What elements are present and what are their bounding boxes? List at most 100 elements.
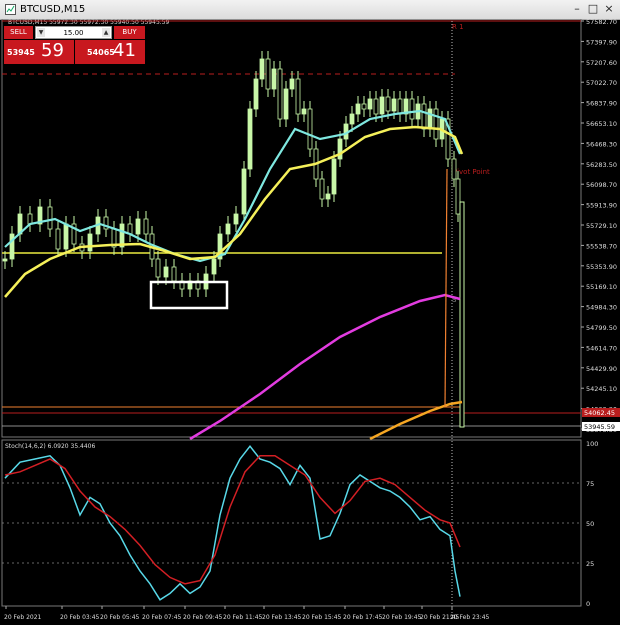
buy-button[interactable]: BUY [114,26,145,39]
candle-body [2,258,8,262]
price-axis-label: 56653.10 [586,120,617,128]
price-axis-label: 56098.70 [586,181,617,189]
buy-price-box[interactable]: 54065 41 [75,40,145,64]
price-axis-label: 55169.10 [586,283,617,291]
bid-price-label: 53945.59 [584,423,615,431]
candle-body [307,108,313,150]
sell-price-pips: 59 [41,40,64,61]
candle-body [409,98,415,120]
lot-decrease-icon[interactable]: ▼ [37,28,45,37]
candle-body [337,138,343,160]
candle-body [325,193,331,200]
candle-body [295,78,301,115]
stoch-axis-label: 100 [586,440,598,448]
price-axis-label: 55913.90 [586,202,617,210]
price-axis-label: 57582.70 [586,19,617,26]
stoch-axis-label: 25 [586,560,594,568]
candle-body [225,223,231,235]
price-axis-label: 56468.30 [586,140,617,148]
candle-body [361,103,367,110]
time-axis-label: 20 Feb 19:45 [382,614,422,621]
candle-body [253,78,259,110]
stoch-axis-label: 0 [586,600,590,608]
pivot-point-label: Pivot Point [453,168,490,176]
one-click-trading-panel: SELL 15.00 ▼ ▲ BUY 53945 59 54065 41 [4,26,145,64]
time-axis-label: 20 Feb 07:45 [142,614,182,621]
lot-size-input[interactable]: 15.00 [35,26,112,39]
sell-price-main: 53945 [7,48,35,57]
price-axis-label: 56283.50 [586,161,617,169]
candle-body [385,96,391,112]
stochastic-panel[interactable]: Stoch(14,6,2) 6.0920 35.4406 [1,439,582,607]
candle-body [271,68,277,90]
price-axis-label: 54799.50 [586,324,617,332]
time-axis-label: 20 Feb 15:45 [302,614,342,621]
candle-body [459,201,465,428]
price-axis-label: 54429.90 [586,365,617,373]
candle-body [355,103,361,115]
lot-increase-icon[interactable]: ▲ [102,28,110,37]
price-axis-label: 55353.90 [586,263,617,271]
candle-body [277,68,283,120]
buy-price-pips: 41 [113,40,136,61]
candle-body [455,178,461,215]
time-axis-label: 20 Feb 05:45 [100,614,140,621]
stoch-label: Stoch(14,6,2) 6.0920 35.4406 [5,443,96,450]
time-axis-label: 20 Feb 11:45 [223,614,263,621]
candle-body [241,168,247,215]
candle-body [247,108,253,170]
price-axis-label: 54984.30 [586,304,617,312]
candle-body [379,96,385,115]
sell-price-box[interactable]: 53945 59 [4,40,74,64]
candle-body [163,266,169,278]
r1-label: R 1 [452,23,464,31]
stoch-axis-label: 50 [586,520,594,528]
time-axis-label: 20 Feb 09:45 [183,614,223,621]
ma-slowest-line [369,400,463,441]
time-axis-label: 20 Feb 13:45 [262,614,302,621]
minimize-icon[interactable]: – [569,2,585,16]
candle-body [421,103,427,130]
candle-body [331,158,337,195]
candle-body [391,98,397,112]
price-axis-label: 54614.70 [586,344,617,352]
candle-body [135,218,141,235]
candle-body [349,113,355,125]
candle-body [283,88,289,120]
candle-body [289,78,295,90]
candle-body [259,58,265,80]
candle-body [397,98,403,115]
candle-body [211,258,217,275]
candle-body [63,223,69,250]
price-axis-label: 57397.90 [586,38,617,46]
window-title: BTCUSD,M15 [20,4,86,15]
candle-body [301,108,307,115]
time-axis-label: 20 Feb 03:45 [60,614,100,621]
candle-body [367,98,373,110]
main-price-panel[interactable]: BTCUSD,M15 55972.30 55972.30 55940.50 55… [1,19,582,619]
price-axis-label: 57207.60 [586,59,617,67]
price-chart[interactable]: BTCUSD,M15 55972.30 55972.30 55940.50 55… [0,19,620,625]
candle-body [373,98,379,115]
time-axis-label: 20 Feb 23:45 [450,614,490,621]
price-axis-label: 54245.10 [586,385,617,393]
sell-button[interactable]: SELL [4,26,33,39]
candle-body [155,258,161,278]
stoch-axis-label: 75 [586,480,594,488]
time-axis-label: 20 Feb 2021 [4,614,42,621]
candle-body [87,233,93,252]
price-axis-label: 57022.70 [586,79,617,87]
candle-body [47,206,53,230]
candle-body [265,58,271,90]
ask-price-label: 54062.45 [584,409,615,417]
support-connector-line [444,168,448,408]
price-axis-label: 55729.10 [586,222,617,230]
price-axis-label: 55538.70 [586,242,617,250]
candle-body [451,158,457,180]
price-axis-label: 56837.90 [586,100,617,108]
candle-body [427,108,433,130]
close-icon[interactable]: × [601,2,617,16]
candle-body [433,108,439,140]
maximize-icon[interactable]: □ [585,2,601,16]
chart-info-text: BTCUSD,M15 55972.30 55972.30 55940.50 55… [8,19,169,26]
